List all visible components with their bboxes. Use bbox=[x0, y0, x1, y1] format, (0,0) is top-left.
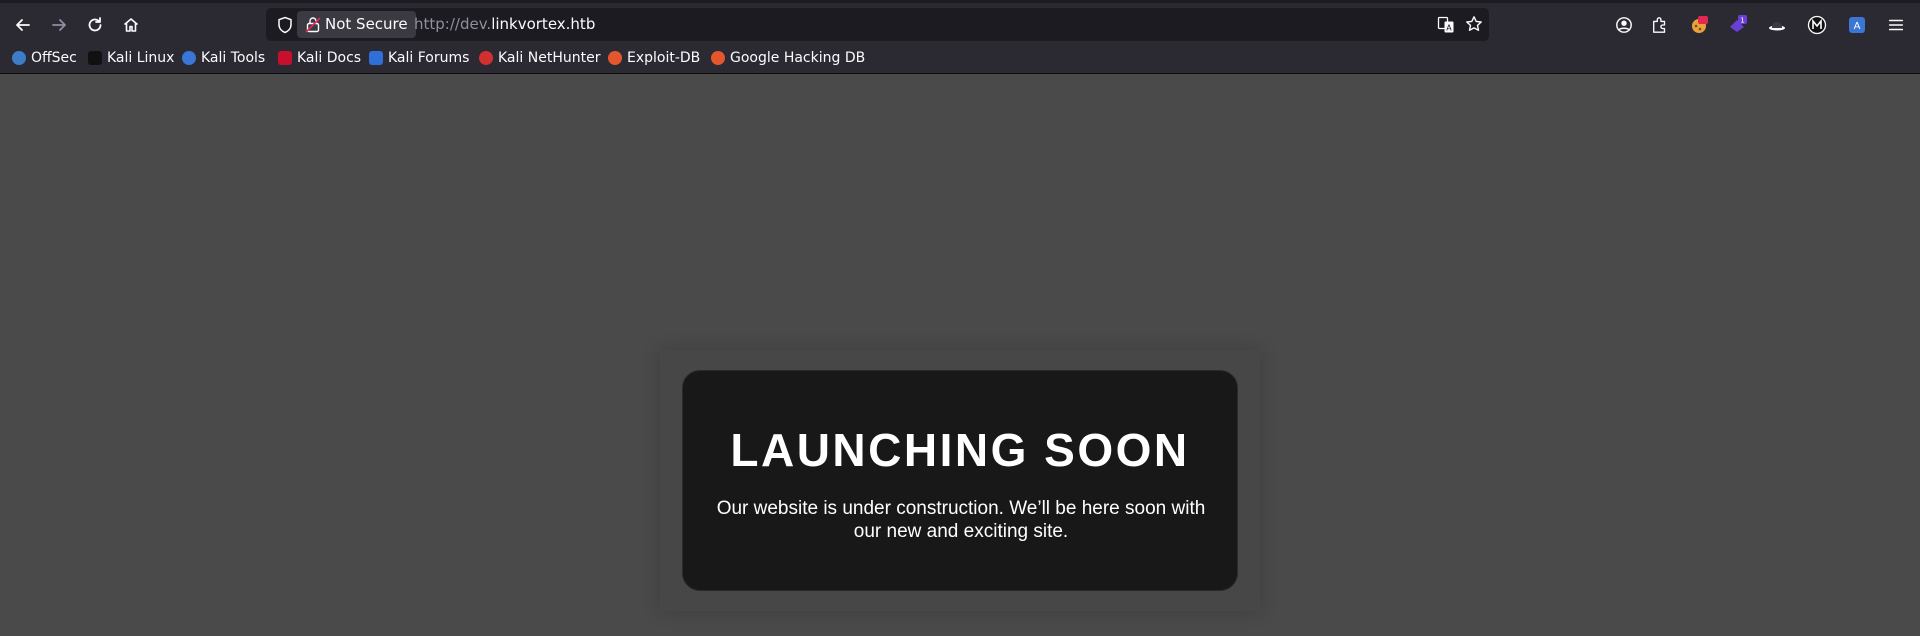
connection-security-badge[interactable]: Not Secure bbox=[297, 11, 416, 38]
bookmark-label: Kali Linux bbox=[107, 50, 175, 66]
account-button[interactable] bbox=[1614, 15, 1634, 35]
launch-card-frame: LAUNCHING SOON Our website is under cons… bbox=[660, 350, 1260, 611]
translate-extension-icon: A bbox=[1849, 17, 1865, 33]
bookmark-kali-nethunter[interactable]: Kali NetHunter bbox=[479, 49, 600, 67]
offsec-icon bbox=[12, 51, 26, 65]
cookie-extension-icon bbox=[1692, 16, 1708, 33]
browser-toolbar: Not Secure http://dev.linkvortex.htb A 1… bbox=[0, 0, 1920, 42]
url-text[interactable]: http://dev.linkvortex.htb bbox=[414, 15, 595, 33]
bookmarks-toolbar: OffSec Kali Linux Kali Tools Kali Docs K… bbox=[0, 42, 1920, 74]
launch-card: LAUNCHING SOON Our website is under cons… bbox=[682, 370, 1238, 591]
m-logo-icon bbox=[1807, 15, 1827, 35]
bookmark-kali-docs[interactable]: Kali Docs bbox=[278, 49, 361, 67]
bookmark-label: Kali Docs bbox=[297, 50, 362, 66]
address-bar[interactable]: Not Secure http://dev.linkvortex.htb A bbox=[266, 8, 1489, 41]
url-prefix: http://dev. bbox=[414, 15, 492, 33]
page-title: LAUNCHING SOON bbox=[730, 424, 1190, 476]
kali-forums-icon bbox=[369, 51, 383, 65]
insecure-lock-icon bbox=[305, 17, 321, 33]
extension-m-button[interactable] bbox=[1807, 15, 1827, 35]
kali-tools-icon bbox=[182, 51, 196, 65]
home-button[interactable] bbox=[117, 11, 145, 39]
svg-text:1: 1 bbox=[1740, 17, 1744, 25]
purple-extension-icon: 1 bbox=[1730, 15, 1747, 32]
app-menu-button[interactable] bbox=[1886, 15, 1906, 35]
forward-button[interactable] bbox=[45, 11, 73, 39]
extension-badge-button[interactable]: 1 bbox=[1727, 15, 1747, 35]
kali-nethunter-icon bbox=[479, 51, 493, 65]
bookmark-label: Exploit-DB bbox=[627, 50, 701, 66]
arrow-left-icon bbox=[16, 19, 30, 31]
bookmark-label: OffSec bbox=[31, 50, 77, 66]
extension-cookie-button[interactable] bbox=[1689, 15, 1709, 35]
page-viewport: LAUNCHING SOON Our website is under cons… bbox=[0, 75, 1920, 636]
hamburger-menu-icon bbox=[1888, 19, 1904, 31]
url-domain: linkvortex.htb bbox=[491, 15, 596, 33]
exploit-db-icon bbox=[608, 51, 622, 65]
kali-dragon-icon bbox=[88, 51, 102, 65]
bookmark-kali-linux[interactable]: Kali Linux bbox=[88, 49, 174, 67]
bookmark-label: Google Hacking DB bbox=[730, 50, 866, 66]
bookmark-label: Kali Forums bbox=[388, 50, 470, 66]
back-button[interactable] bbox=[9, 11, 37, 39]
bookmark-exploit-db[interactable]: Exploit-DB bbox=[608, 49, 700, 67]
shield-icon[interactable] bbox=[276, 16, 294, 34]
reload-button[interactable] bbox=[81, 11, 109, 39]
extension-hat-button[interactable] bbox=[1767, 15, 1787, 35]
not-secure-label: Not Secure bbox=[325, 15, 408, 33]
bookmark-kali-tools[interactable]: Kali Tools bbox=[182, 49, 265, 67]
bookmark-offsec[interactable]: OffSec bbox=[12, 49, 77, 67]
kali-docs-icon bbox=[278, 51, 292, 65]
account-icon bbox=[1616, 17, 1632, 33]
construction-message: Our website is under construction. We’ll… bbox=[716, 498, 1206, 542]
ghdb-icon bbox=[711, 51, 725, 65]
puzzle-icon bbox=[1653, 17, 1666, 33]
bookmark-label: Kali Tools bbox=[201, 50, 266, 66]
home-icon bbox=[123, 18, 139, 32]
bookmark-star-icon[interactable] bbox=[1465, 15, 1483, 33]
hat-icon bbox=[1769, 22, 1785, 31]
bookmark-kali-forums[interactable]: Kali Forums bbox=[369, 49, 469, 67]
svg-text:A: A bbox=[1854, 21, 1861, 32]
translate-icon[interactable]: A bbox=[1437, 16, 1455, 34]
bookmark-google-hacking-db[interactable]: Google Hacking DB bbox=[711, 49, 865, 67]
arrow-right-icon bbox=[52, 19, 66, 31]
extensions-button[interactable] bbox=[1650, 15, 1670, 35]
reload-icon bbox=[88, 17, 102, 32]
extension-translate-button[interactable]: A bbox=[1847, 15, 1867, 35]
svg-text:A: A bbox=[1446, 24, 1452, 33]
bookmark-label: Kali NetHunter bbox=[498, 50, 601, 66]
